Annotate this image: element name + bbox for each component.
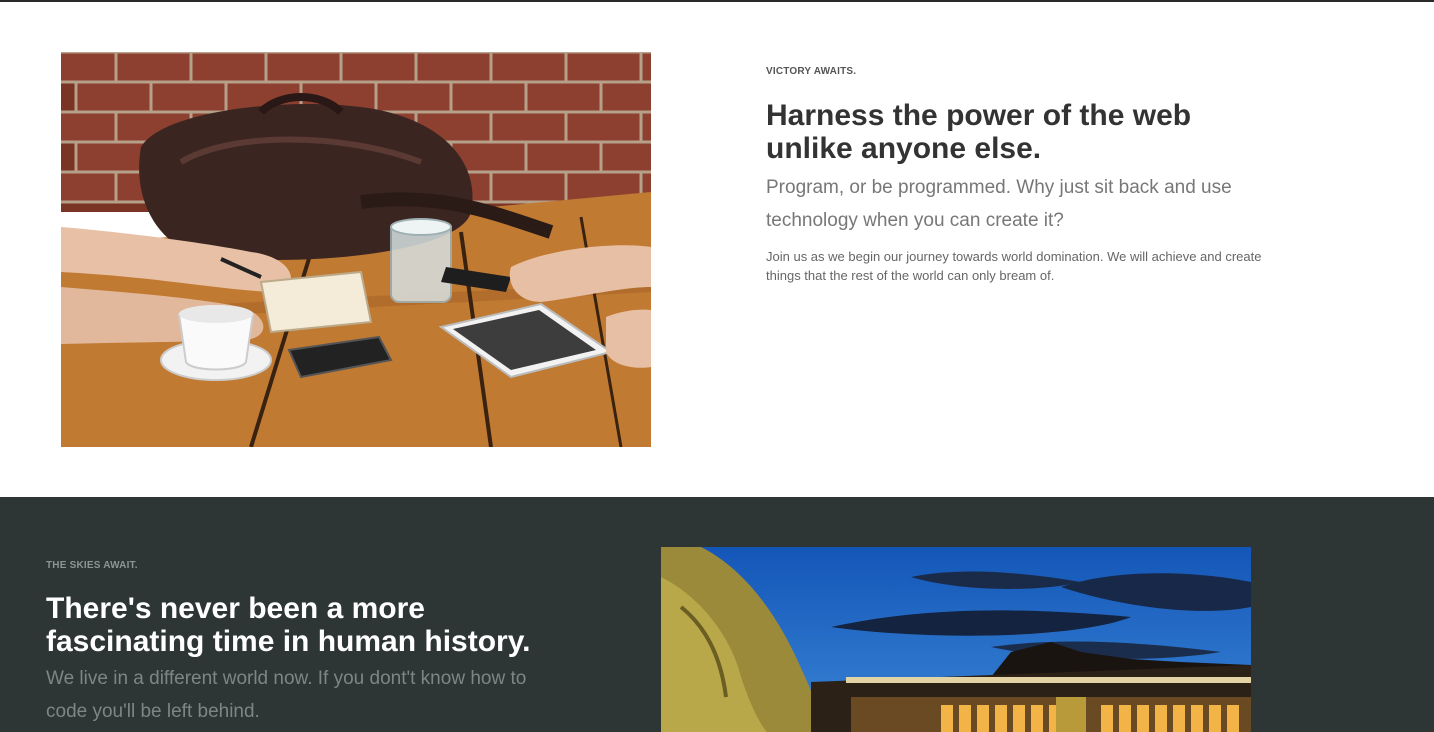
section-title: Harness the power of the web unlike anyo…	[766, 99, 1192, 165]
feature-section-skies: THE SKIES AWAIT. There's never been a mo…	[0, 497, 1434, 732]
desert-building-dusk-photo	[661, 547, 1251, 732]
section-lead: Program, or be programmed. Why just sit …	[766, 177, 1232, 231]
section-eyebrow: THE SKIES AWAIT.	[46, 560, 138, 571]
feature-section-victory: VICTORY AWAITS. Harness the power of the…	[0, 2, 1434, 497]
section-body: Join us as we begin our journey towards …	[766, 249, 1262, 283]
feature-text-skies: THE SKIES AWAIT. There's never been a mo…	[46, 560, 546, 728]
meeting-table-photo	[61, 52, 651, 447]
section-eyebrow: VICTORY AWAITS.	[766, 66, 857, 77]
feature-text-victory: VICTORY AWAITS. Harness the power of the…	[766, 66, 1266, 285]
section-title: There's never been a more fascinating ti…	[46, 592, 531, 658]
section-lead: We live in a different world now. If you…	[46, 668, 527, 722]
